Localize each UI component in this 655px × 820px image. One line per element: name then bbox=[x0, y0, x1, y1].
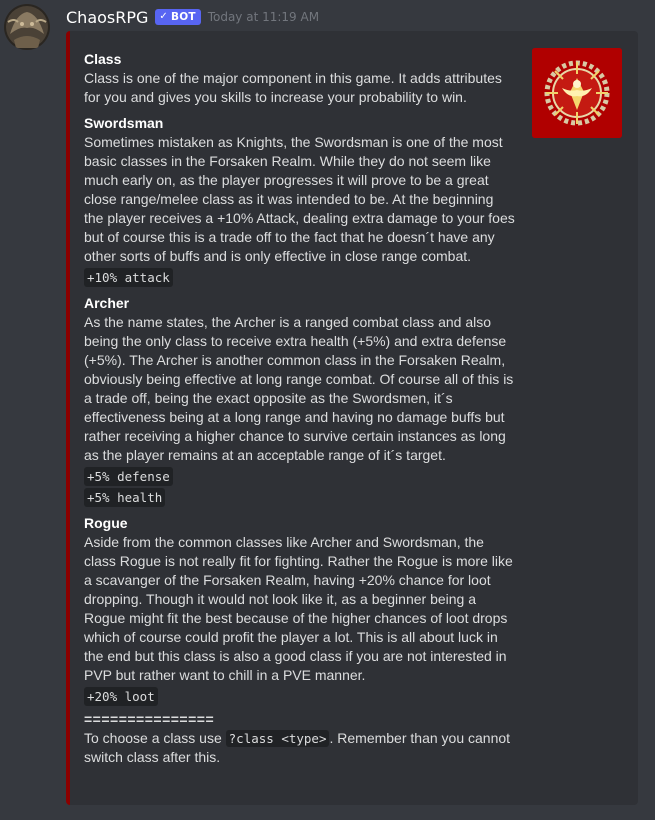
bot-tag-label: BOT bbox=[171, 10, 196, 23]
field-text: Class is one of the major component in t… bbox=[84, 70, 502, 105]
separator: =============== bbox=[84, 711, 215, 727]
field-text: Sometimes mistaken as Knights, the Sword… bbox=[84, 134, 515, 264]
code-block: +20% loot bbox=[84, 687, 158, 706]
message-header: ChaosRPG ✓ BOT Today at 11:19 AM bbox=[66, 5, 319, 29]
embed-card: Class Class is one of the major componen… bbox=[66, 31, 638, 805]
field-swordsman: Swordsman Sometimes mistaken as Knights,… bbox=[84, 113, 516, 287]
command-code: ?class <type> bbox=[225, 730, 330, 747]
message-timestamp[interactable]: Today at 11:19 AM bbox=[208, 10, 319, 24]
field-archer: Archer As the name states, the Archer is… bbox=[84, 293, 516, 507]
embed-content: Class Class is one of the major componen… bbox=[84, 49, 516, 767]
bot-tag: ✓ BOT bbox=[155, 9, 201, 25]
golden-sun-emblem-icon bbox=[532, 48, 622, 138]
field-title: Class bbox=[84, 51, 122, 67]
field-text: As the name states, the Archer is a rang… bbox=[84, 314, 514, 463]
field-text: Aside from the common classes like Arche… bbox=[84, 534, 513, 683]
code-block: +10% attack bbox=[84, 268, 173, 287]
embed-thumbnail[interactable] bbox=[532, 48, 622, 138]
field-title: Rogue bbox=[84, 515, 128, 531]
field-title: Swordsman bbox=[84, 115, 164, 131]
username[interactable]: ChaosRPG bbox=[66, 8, 148, 27]
instructions-before: To choose a class use bbox=[84, 730, 226, 746]
avatar-image bbox=[4, 4, 50, 50]
verified-check-icon: ✓ bbox=[159, 11, 168, 22]
code-block: +5% health bbox=[84, 488, 166, 507]
instructions-text: To choose a class use ?class <type>. Rem… bbox=[84, 729, 516, 767]
field-title: Archer bbox=[84, 295, 130, 311]
field-class: Class Class is one of the major componen… bbox=[84, 49, 516, 107]
field-rogue: Rogue Aside from the common classes like… bbox=[84, 513, 516, 706]
code-block: +5% defense bbox=[84, 467, 173, 486]
bot-avatar[interactable] bbox=[4, 4, 50, 50]
